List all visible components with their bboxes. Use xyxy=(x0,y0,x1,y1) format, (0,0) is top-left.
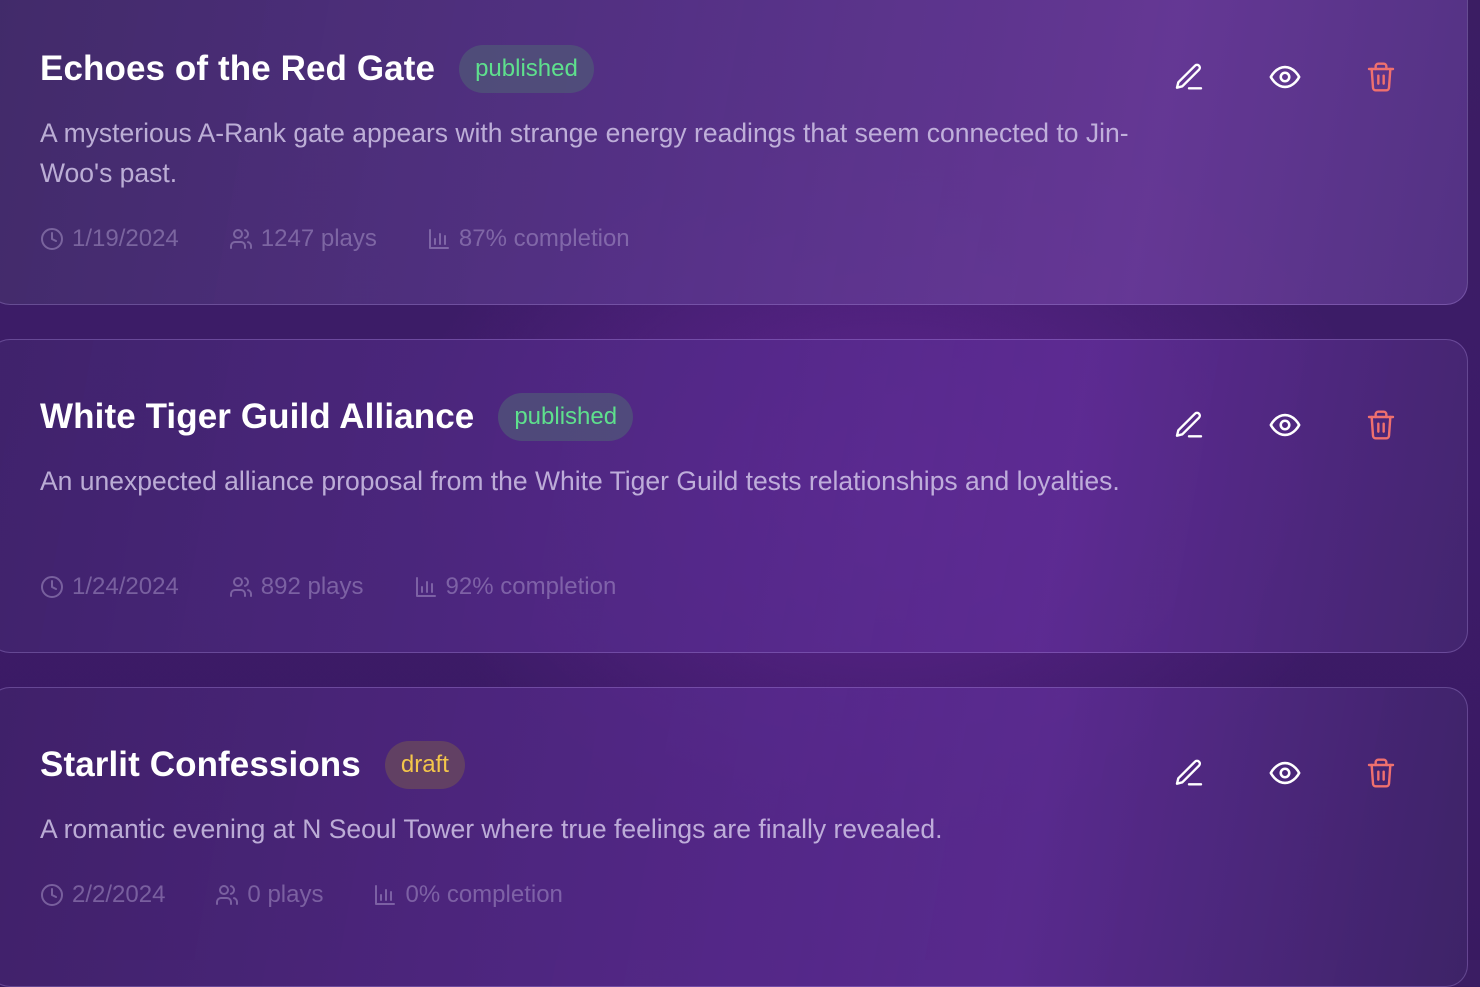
stat-date-value: 1/24/2024 xyxy=(72,573,179,600)
status-badge: draft xyxy=(384,741,465,789)
stat-plays: 892 plays xyxy=(229,573,364,601)
story-title: White Tiger Guild Alliance xyxy=(40,397,475,436)
trash-icon xyxy=(1365,409,1397,441)
stat-completion-value: 0% completion xyxy=(405,881,563,908)
story-stats: 1/19/2024 1247 plays 87% completion xyxy=(40,225,680,253)
stat-completion-value: 87% completion xyxy=(458,225,630,252)
users-icon xyxy=(215,883,239,907)
stat-plays: 0 plays xyxy=(215,881,323,909)
story-stats: 2/2/2024 0 plays 0% completion xyxy=(40,881,613,909)
stat-date: 1/24/2024 xyxy=(40,573,179,601)
story-card: White Tiger Guild Alliance published An … xyxy=(0,339,1468,653)
delete-button[interactable] xyxy=(1361,405,1401,445)
clock-icon xyxy=(40,575,64,599)
stat-completion: 87% completion xyxy=(427,225,630,253)
story-stats: 1/24/2024 892 plays 92% completion xyxy=(40,573,666,601)
stat-completion-value: 92% completion xyxy=(445,573,617,600)
story-description: A romantic evening at N Seoul Tower wher… xyxy=(40,814,943,844)
stat-date: 2/2/2024 xyxy=(40,881,165,909)
pencil-icon xyxy=(1173,757,1205,789)
edit-button[interactable] xyxy=(1169,405,1209,445)
pencil-icon xyxy=(1173,409,1205,441)
bar-chart-icon xyxy=(427,227,451,251)
clock-icon xyxy=(40,883,64,907)
stat-plays-value: 1247 plays xyxy=(260,225,377,252)
delete-button[interactable] xyxy=(1361,753,1401,793)
delete-button[interactable] xyxy=(1361,57,1401,97)
story-header: Echoes of the Red Gate published xyxy=(40,45,594,93)
view-button[interactable] xyxy=(1265,753,1305,793)
stat-plays-value: 892 plays xyxy=(260,573,364,600)
stat-plays: 1247 plays xyxy=(229,225,377,253)
eye-icon xyxy=(1268,756,1302,790)
stat-date: 1/19/2024 xyxy=(40,225,179,253)
story-card: Echoes of the Red Gate published A myste… xyxy=(0,0,1468,305)
stat-date-value: 2/2/2024 xyxy=(72,881,166,908)
users-icon xyxy=(229,227,253,251)
story-actions xyxy=(1169,405,1457,445)
trash-icon xyxy=(1365,61,1397,93)
story-description: An unexpected alliance proposal from the… xyxy=(40,466,1120,496)
story-description: A mysterious A-Rank gate appears with st… xyxy=(40,118,1129,188)
bar-chart-icon xyxy=(373,883,397,907)
stat-date-value: 1/19/2024 xyxy=(72,225,179,252)
trash-icon xyxy=(1365,757,1397,789)
bar-chart-icon xyxy=(414,575,438,599)
story-title: Starlit Confessions xyxy=(40,745,361,784)
users-icon xyxy=(229,575,253,599)
status-badge: published xyxy=(498,393,634,441)
eye-icon xyxy=(1268,408,1302,442)
stat-completion: 0% completion xyxy=(373,881,563,909)
stat-completion: 92% completion xyxy=(414,573,617,601)
story-header: Starlit Confessions draft xyxy=(40,741,465,789)
story-header: White Tiger Guild Alliance published xyxy=(40,393,634,441)
edit-button[interactable] xyxy=(1169,57,1209,97)
view-button[interactable] xyxy=(1265,57,1305,97)
edit-button[interactable] xyxy=(1169,753,1209,793)
eye-icon xyxy=(1268,60,1302,94)
view-button[interactable] xyxy=(1265,405,1305,445)
status-badge: published xyxy=(459,45,594,93)
stat-plays-value: 0 plays xyxy=(247,881,324,908)
pencil-icon xyxy=(1173,61,1205,93)
clock-icon xyxy=(40,227,64,251)
story-actions xyxy=(1169,57,1457,97)
story-title: Echoes of the Red Gate xyxy=(40,49,436,88)
story-card: Starlit Confessions draft A romantic eve… xyxy=(0,687,1468,987)
story-actions xyxy=(1169,753,1457,793)
